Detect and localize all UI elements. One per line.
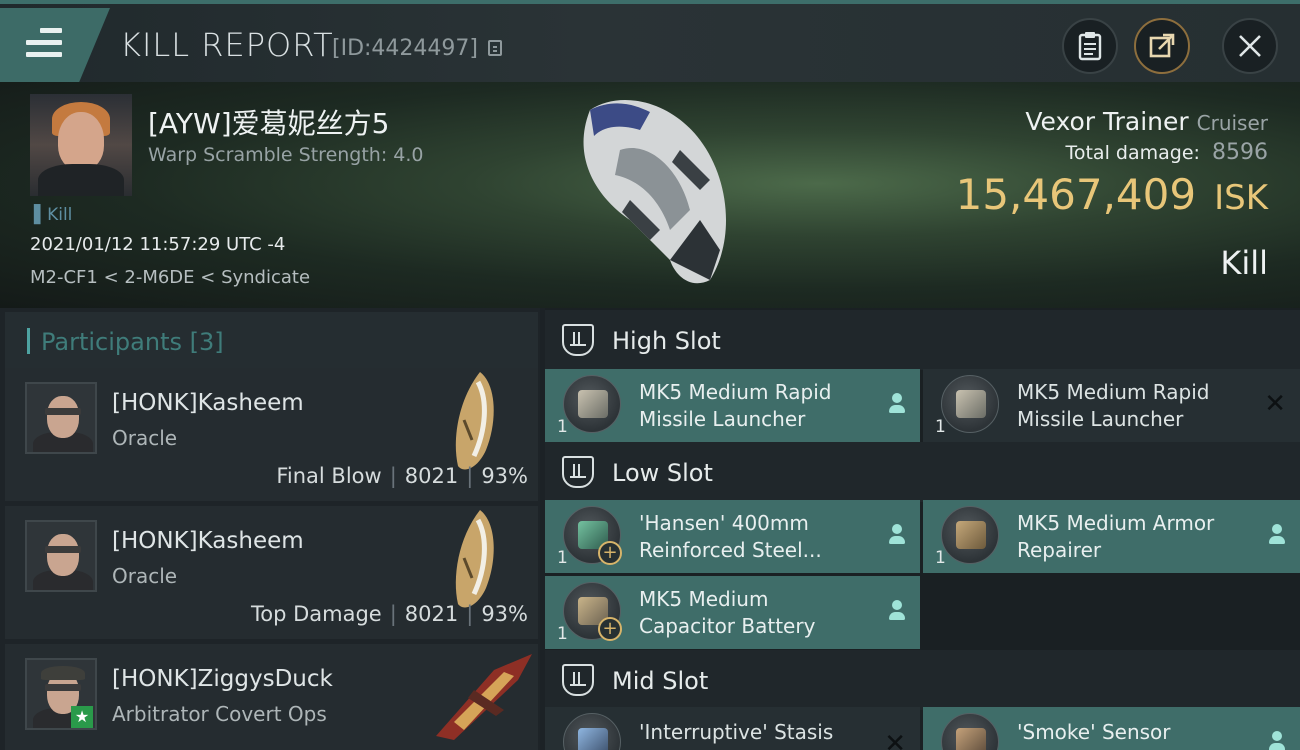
- sensor-icon: [941, 713, 999, 750]
- isk-value: 15,467,409 ISK: [955, 170, 1268, 219]
- kill-datetime: 2021/01/12 11:57:29 UTC -4: [30, 234, 286, 255]
- stasis-web-icon: [563, 713, 621, 750]
- armor-plate-icon: +: [563, 506, 622, 565]
- participant-avatar[interactable]: [25, 520, 97, 592]
- pilot-icon: [888, 393, 906, 415]
- high-slot-header: High Slot: [545, 310, 1300, 370]
- slot-shield-icon: [562, 664, 594, 696]
- destroyed-icon: ✕: [884, 729, 906, 750]
- victim-summary: [AYW]爱葛妮丝方5 Warp Scramble Strength: 4.0 …: [0, 82, 1300, 308]
- header-bar: KILL REPORT [ID:4424497]: [0, 0, 1300, 82]
- armor-repairer-icon: [941, 506, 999, 564]
- participant-name: [HONK]Kasheem: [112, 528, 304, 554]
- pilot-icon: [1268, 524, 1286, 546]
- participant-ship-image: [455, 372, 494, 470]
- slot-shield-icon: [562, 456, 594, 488]
- share-icon: [1149, 33, 1175, 58]
- close-button[interactable]: [1222, 18, 1278, 74]
- participant-ship: Oracle: [112, 564, 178, 588]
- module-item[interactable]: + 1 'Hansen' 400mm Reinforced Steel...: [545, 500, 920, 573]
- menu-button[interactable]: [0, 8, 110, 82]
- kill-tag: ▌Kill: [34, 205, 73, 225]
- result-label: Kill: [1220, 244, 1268, 282]
- participants-header: Participants [3]: [5, 312, 538, 370]
- total-damage: Total damage: 8596: [1065, 140, 1268, 165]
- victim-portrait[interactable]: [30, 94, 132, 196]
- module-item[interactable]: 1 MK5 Medium Rapid Missile Launcher: [545, 369, 920, 442]
- ship-name[interactable]: Vexor Trainer Cruiser: [1025, 107, 1268, 136]
- capacitor-battery-icon: +: [563, 582, 622, 641]
- fitting-panel: High Slot 1 MK5 Medium Rapid Missile Laun…: [545, 308, 1300, 750]
- slot-shield-icon: [562, 324, 594, 356]
- module-item[interactable]: 'Interruptive' Stasis ✕: [545, 707, 920, 750]
- module-item[interactable]: 1 MK5 Medium Armor Repairer: [923, 500, 1300, 573]
- clipboard-button[interactable]: [1062, 18, 1118, 74]
- star-icon: ★: [71, 706, 93, 728]
- participant-stats: Top Damage | 8021 | 93%: [250, 602, 528, 626]
- participant-row[interactable]: [HONK]Kasheem Oracle Final Blow | 8021 | 93%: [5, 368, 538, 501]
- participant-ship: Oracle: [112, 426, 178, 450]
- participant-stats: Final Blow | 8021 | 93%: [276, 464, 528, 488]
- participant-ship-image: [436, 654, 532, 740]
- hamburger-menu-icon: [26, 28, 62, 58]
- pilot-icon: [888, 600, 906, 622]
- close-icon: [1239, 35, 1261, 57]
- share-button[interactable]: [1134, 18, 1190, 74]
- pilot-icon: [888, 524, 906, 546]
- participant-row[interactable]: ★ [HONK]ZiggysDuck Arbitrator Covert Ops: [5, 644, 538, 750]
- participant-ship: Arbitrator Covert Ops: [112, 702, 327, 726]
- report-id: [ID:4424497]: [332, 36, 478, 61]
- module-item[interactable]: 1 MK5 Medium Rapid Missile Launcher ✕: [923, 369, 1300, 442]
- pilot-icon: [1268, 731, 1286, 750]
- victim-name[interactable]: [AYW]爱葛妮丝方5: [148, 102, 389, 142]
- low-slot-header: Low Slot: [545, 442, 1300, 502]
- destroyed-icon: ✕: [1264, 389, 1286, 419]
- ship-image[interactable]: [560, 90, 750, 290]
- participant-name: [HONK]Kasheem: [112, 390, 304, 416]
- module-item[interactable]: + 1 MK5 Medium Capacitor Battery: [545, 576, 920, 649]
- clipboard-icon: [1078, 32, 1102, 61]
- missile-launcher-icon: [941, 375, 999, 433]
- participant-ship-image: [455, 510, 494, 608]
- mid-slot-header: Mid Slot: [545, 650, 1300, 710]
- copy-icon[interactable]: [488, 40, 502, 56]
- kill-report-screen: KILL REPORT [ID:4424497] [AYW]爱葛妮丝方5 War…: [0, 0, 1300, 750]
- page-title: KILL REPORT: [120, 26, 334, 64]
- warp-scramble-strength: Warp Scramble Strength: 4.0: [148, 144, 424, 166]
- participants-panel: Participants [3] [HONK]Kasheem Oracle Fi…: [0, 308, 540, 750]
- ship-class: Cruiser: [1196, 111, 1268, 135]
- module-item[interactable]: 'Smoke' Sensor: [923, 707, 1300, 750]
- missile-launcher-icon: [563, 375, 621, 433]
- participant-avatar[interactable]: [25, 382, 97, 454]
- participant-row[interactable]: [HONK]Kasheem Oracle Top Damage | 8021 | 93%: [5, 506, 538, 639]
- participant-name: [HONK]ZiggysDuck: [112, 666, 333, 692]
- kill-location[interactable]: M2-CF1 < 2-M6DE < Syndicate: [30, 267, 310, 288]
